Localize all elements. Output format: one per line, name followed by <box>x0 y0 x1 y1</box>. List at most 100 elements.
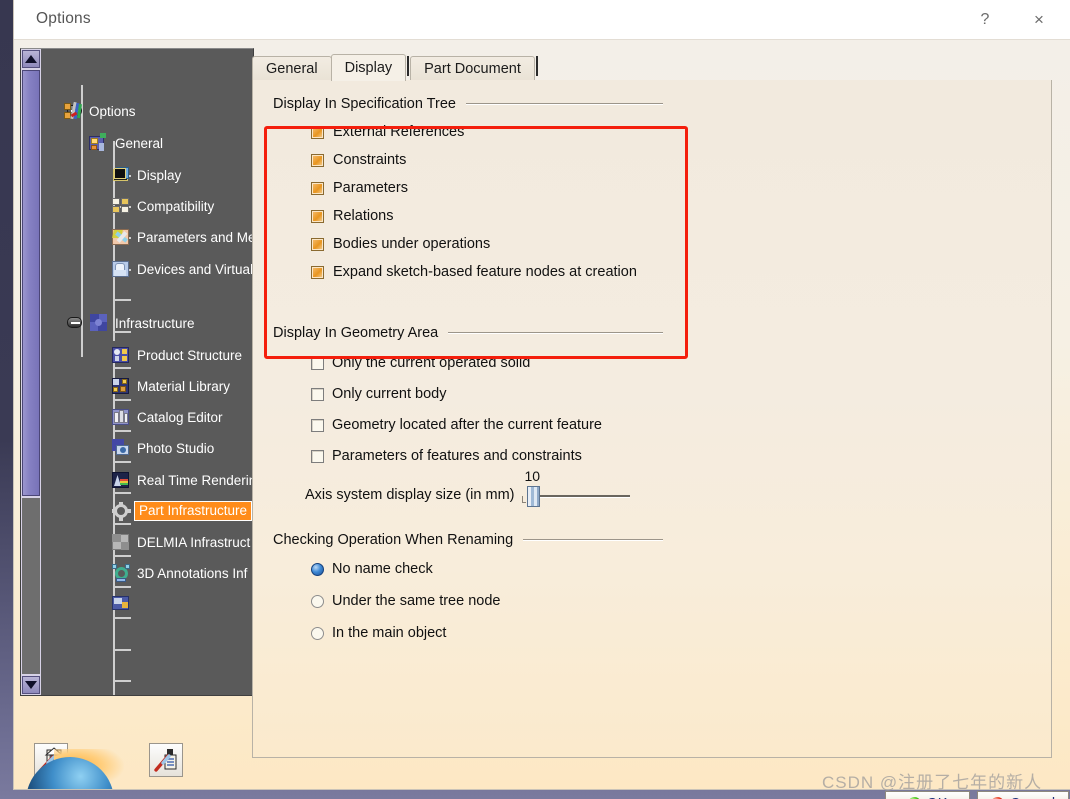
earth-graphic <box>20 749 140 789</box>
tree-scrollbar[interactable] <box>21 49 41 695</box>
display-icon <box>111 165 131 185</box>
radio-label: In the main object <box>332 625 447 641</box>
slider-track[interactable] <box>530 495 631 498</box>
parameters-measure-icon <box>111 227 131 247</box>
tree-connector <box>81 345 83 357</box>
checkbox-icon[interactable] <box>311 237 324 251</box>
dialog-body: Options General Display Compatibility Pa… <box>14 40 1070 799</box>
checkbox-only-current-operated-solid[interactable]: Only the current operated solid <box>311 355 663 371</box>
options-tree: Options General Display Compatibility Pa… <box>41 49 253 695</box>
tree-item-display[interactable]: Display <box>111 161 181 189</box>
tree-item-compatibility[interactable]: Compatibility <box>111 192 214 220</box>
tree-item-catalog-editor[interactable]: Catalog Editor <box>111 403 223 431</box>
group-display-in-specification-tree: Display In Specification Tree External R… <box>273 96 663 280</box>
checkbox-label: Parameters of features and constraints <box>332 448 582 464</box>
checkbox-geometry-located-after-current-feature[interactable]: Geometry located after the current featu… <box>311 417 663 433</box>
tree-item-options[interactable]: Options <box>63 97 136 125</box>
tree-item-partial[interactable] <box>111 590 131 618</box>
delmia-infrastructure-icon <box>111 532 131 552</box>
product-structure-icon <box>111 345 131 365</box>
checkbox-icon[interactable] <box>311 265 324 279</box>
scroll-down-arrow-icon[interactable] <box>22 676 40 694</box>
watermark-text: CSDN @注册了七年的新人 <box>822 773 1043 792</box>
checkbox-icon[interactable] <box>311 209 324 223</box>
checkbox-bodies-under-operations[interactable]: Bodies under operations <box>311 236 663 252</box>
checkbox-constraints[interactable]: Constraints <box>311 152 663 168</box>
tab-general[interactable]: General <box>252 56 332 81</box>
tab-divider <box>535 56 538 76</box>
group-title: Checking Operation When Renaming <box>273 532 663 548</box>
tree-expander-infrastructure[interactable] <box>67 317 82 328</box>
tree-connector <box>113 649 131 651</box>
checkbox-relations[interactable]: Relations <box>311 208 663 224</box>
checkbox-label: Only the current operated solid <box>332 355 531 371</box>
radio-icon[interactable] <box>311 562 324 576</box>
group-title: Display In Specification Tree <box>273 96 663 112</box>
cancel-button-label: Cancel <box>1010 796 1055 799</box>
tree-item-parameters-and-measure[interactable]: Parameters and Me <box>111 223 253 251</box>
group-title-label: Display In Geometry Area <box>273 325 439 341</box>
tree-item-general[interactable]: General <box>89 129 163 157</box>
checkbox-icon[interactable] <box>311 449 324 463</box>
tree-item-3d-annotations-infrastructure[interactable]: 3D Annotations Inf <box>111 559 247 587</box>
tree-item-label: Part Infrastructure <box>134 501 253 521</box>
tree-item-label: Compatibility <box>137 198 215 214</box>
checkbox-icon[interactable] <box>311 387 324 401</box>
checkbox-expand-sketch-based-feature-nodes[interactable]: Expand sketch-based feature nodes at cre… <box>311 264 663 280</box>
axis-system-size-slider[interactable]: 10 <box>520 468 631 507</box>
checkbox-label: Geometry located after the current featu… <box>332 417 602 433</box>
radio-label: Under the same tree node <box>332 593 501 609</box>
radio-under-the-same-tree-node[interactable]: Under the same tree node <box>311 593 663 609</box>
tab-divider <box>407 56 410 76</box>
checkbox-icon[interactable] <box>311 356 324 370</box>
checkbox-parameters-of-features-and-constraints[interactable]: Parameters of features and constraints <box>311 448 663 464</box>
catalog-editor-icon <box>111 407 131 427</box>
tree-item-label: Catalog Editor <box>137 409 223 425</box>
settings-tabs: General Display Part Document <box>252 54 1052 81</box>
close-icon[interactable]: × <box>1016 0 1062 40</box>
tree-item-part-infrastructure[interactable]: Part Infrastructure <box>111 497 253 525</box>
tree-item-photo-studio[interactable]: Photo Studio <box>111 434 214 462</box>
dialog-title: Options <box>36 10 91 27</box>
document-settings-button[interactable] <box>149 743 183 777</box>
tree-item-product-structure[interactable]: Product Structure <box>111 341 242 369</box>
display-settings-panel: Display In Specification Tree External R… <box>252 80 1052 758</box>
group-checking-operation-when-renaming: Checking Operation When Renaming No name… <box>273 532 663 641</box>
tree-item-delmia-infrastructure[interactable]: DELMIA Infrastruct <box>111 528 250 556</box>
tree-item-label: Options <box>89 103 136 119</box>
radio-no-name-check[interactable]: No name check <box>311 561 663 577</box>
checkbox-external-references[interactable]: External References <box>311 124 663 140</box>
group-title-label: Display In Specification Tree <box>273 96 456 112</box>
infrastructure-icon <box>89 313 109 333</box>
help-button[interactable]: ? <box>962 0 1008 40</box>
annotations-infra-icon <box>111 563 131 583</box>
checkbox-parameters[interactable]: Parameters <box>311 180 663 196</box>
ok-button-label: OK <box>927 796 948 799</box>
tree-item-real-time-rendering[interactable]: Real Time Renderin <box>111 466 253 494</box>
scroll-up-arrow-icon[interactable] <box>22 50 40 68</box>
tab-display[interactable]: Display <box>330 54 407 81</box>
checkbox-label: Bodies under operations <box>333 236 491 252</box>
group-rule <box>465 103 663 105</box>
slider-tick-mark <box>522 496 527 503</box>
group-display-in-geometry-area: Display In Geometry Area Only the curren… <box>273 325 663 507</box>
tree-item-label: 3D Annotations Inf <box>137 565 248 581</box>
tree-item-devices-and-virtual[interactable]: Devices and Virtual <box>111 255 253 283</box>
slider-thumb[interactable] <box>527 486 541 507</box>
options-icon <box>63 101 83 121</box>
tab-part-document[interactable]: Part Document <box>410 56 535 81</box>
radio-in-the-main-object[interactable]: In the main object <box>311 625 663 641</box>
scrollbar-track[interactable] <box>22 498 40 674</box>
tree-item-material-library[interactable]: Material Library <box>111 372 230 400</box>
material-library-icon <box>111 376 131 396</box>
scrollbar-thumb[interactable] <box>22 70 40 496</box>
group-title: Display In Geometry Area <box>273 325 663 341</box>
checkbox-icon[interactable] <box>311 181 324 195</box>
checkbox-icon[interactable] <box>311 125 324 139</box>
radio-icon[interactable] <box>311 594 324 608</box>
checkbox-icon[interactable] <box>311 418 324 432</box>
radio-icon[interactable] <box>311 626 324 640</box>
checkbox-only-current-body[interactable]: Only current body <box>311 386 663 402</box>
checkbox-icon[interactable] <box>311 153 324 167</box>
tree-item-infrastructure[interactable]: Infrastructure <box>89 309 195 337</box>
